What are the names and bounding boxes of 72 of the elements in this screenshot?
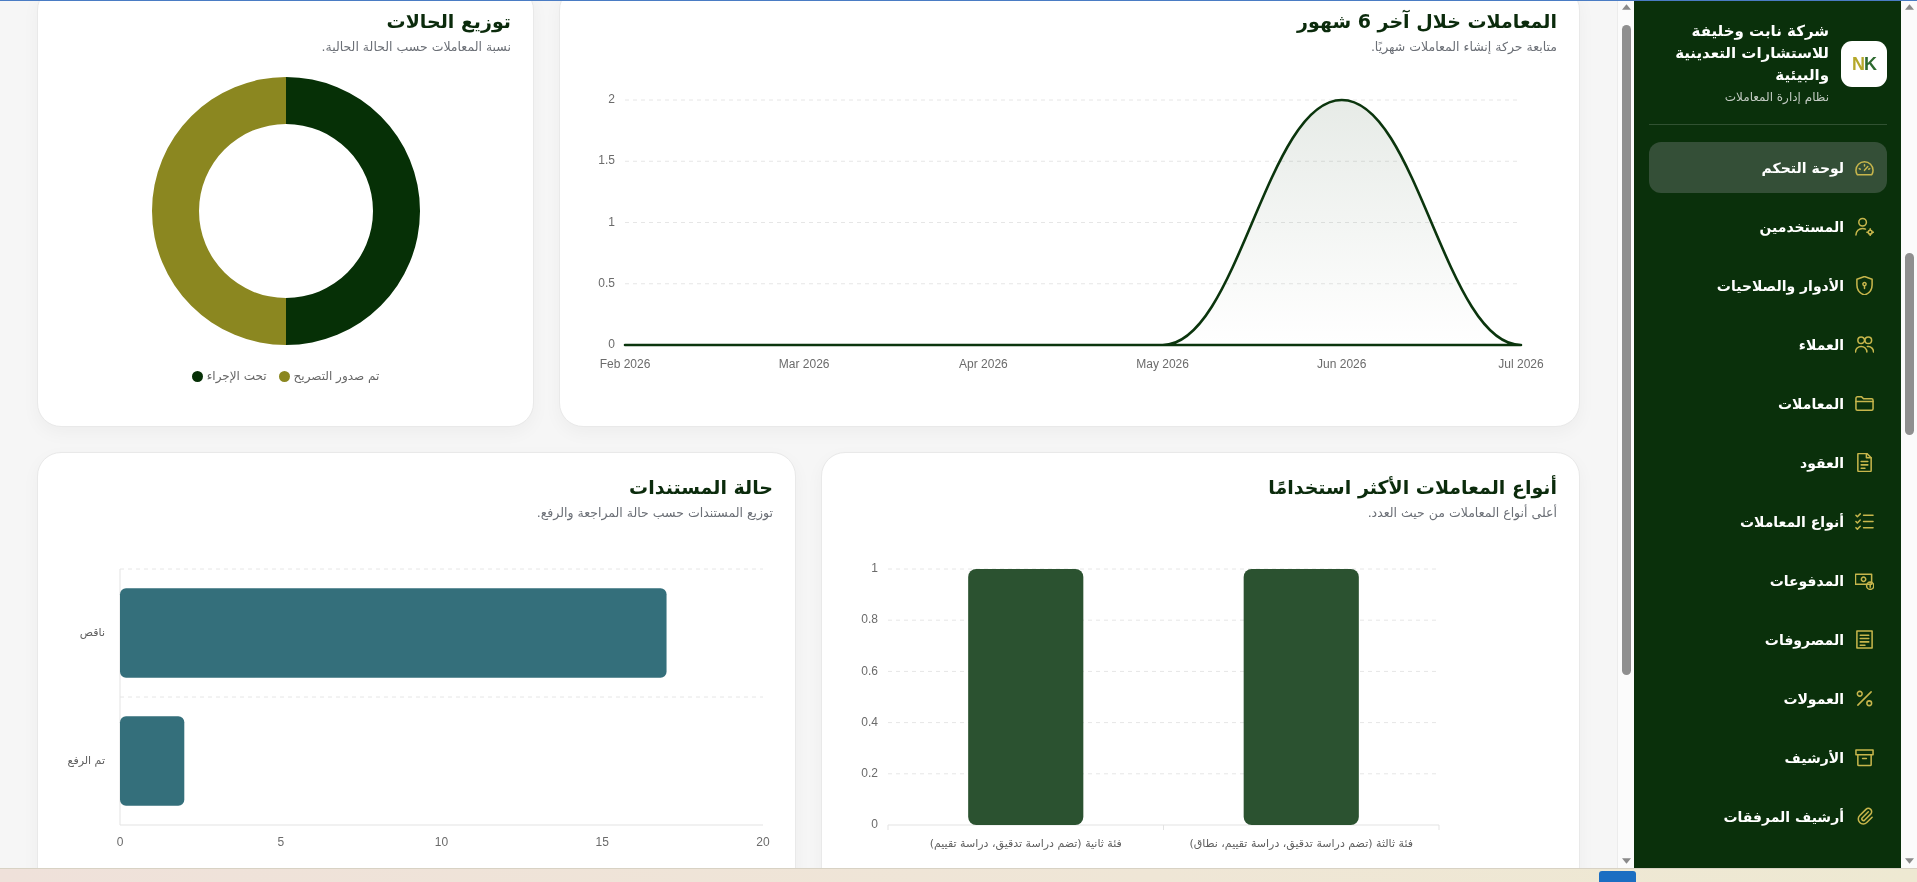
- scrollbar-thumb[interactable]: [1621, 25, 1631, 675]
- shield-icon: [1855, 276, 1874, 295]
- card-subtitle: متابعة حركة إنشاء المعاملات شهريًا.: [1369, 38, 1557, 56]
- category-label: ناقص: [79, 626, 105, 639]
- card-title: أنواع المعاملات الأكثر استخدامًا: [1267, 475, 1557, 499]
- sidebar-item[interactable]: العمولات: [1649, 673, 1887, 724]
- y-axis-label: 2: [608, 92, 615, 107]
- paperclip-icon: [1855, 807, 1874, 826]
- y-axis-label: 1.5: [598, 153, 615, 168]
- sidebar-item[interactable]: العملاء: [1649, 319, 1887, 370]
- app-subtitle: نظام إدارة المعاملات: [1723, 89, 1829, 106]
- sidebar-item[interactable]: لوحة التحكم: [1649, 142, 1887, 193]
- sidebar-item[interactable]: المستخدمين: [1649, 201, 1887, 252]
- logo: NK: [1841, 40, 1887, 87]
- banknote-icon: [1855, 571, 1874, 590]
- card-subtitle: أعلى أنواع المعاملات من حيث العدد.: [1366, 503, 1557, 523]
- card-title: المعاملات خلال آخر 6 شهور: [1295, 9, 1557, 33]
- company-name: شركة نابت وخليفة للاستشارات التعدينية والبيئية: [1674, 21, 1829, 86]
- x-axis-label: 0: [116, 835, 124, 850]
- y-axis-label: 0.8: [861, 612, 878, 627]
- y-axis-label: 0: [608, 337, 615, 352]
- sidebar-item[interactable]: المصروفات: [1649, 614, 1887, 665]
- folder-icon: [1855, 394, 1874, 413]
- legend-label: تحت الإجراء: [206, 368, 267, 385]
- legend-label: تم صدور التصريح: [293, 368, 380, 385]
- sidebar-item[interactable]: المدفوعات: [1649, 555, 1887, 606]
- scroll-down-icon[interactable]: [1904, 858, 1914, 864]
- y-axis-label: 1: [871, 561, 878, 576]
- sidebar-item[interactable]: الأدوار والصلاحيات: [1649, 260, 1887, 311]
- x-axis-label: Jul 2026: [1498, 357, 1544, 372]
- x-axis-label: Jun 2026: [1317, 357, 1367, 372]
- y-axis-label: 0.6: [861, 663, 878, 678]
- x-axis-label: فئة ثالثة (تضم دراسة تدقيق، دراسة تقييم، نطاق): [1189, 837, 1413, 850]
- x-axis-label: Mar 2026: [778, 357, 830, 372]
- y-axis-label: 0.4: [861, 714, 878, 729]
- document-icon: [1855, 453, 1874, 472]
- sidebar-item[interactable]: المعاملات: [1649, 378, 1887, 429]
- x-axis-label: 15: [595, 835, 609, 850]
- y-axis-label: 0: [871, 817, 878, 832]
- archive-box-icon: [1855, 748, 1874, 767]
- card-subtitle: توزيع المستندات حسب حالة المراجعة والرفع.: [535, 504, 773, 523]
- y-axis-label: 0.2: [861, 765, 878, 780]
- taskbar-tile-icon[interactable]: [1599, 871, 1636, 882]
- card-subtitle: نسبة المعاملات حسب الحالة الحالية.: [320, 38, 511, 56]
- card-title: حالة المستندات: [628, 475, 773, 499]
- scroll-up-icon[interactable]: [1621, 4, 1631, 10]
- checklist-icon: [1855, 512, 1874, 531]
- x-axis-label: Feb 2026: [599, 357, 651, 372]
- x-axis-label: 20: [756, 835, 770, 850]
- y-axis-label: 0.5: [598, 275, 615, 290]
- scroll-down-icon[interactable]: [1621, 858, 1631, 864]
- y-axis-label: 1: [608, 214, 615, 229]
- scrollbar-track[interactable]: [1901, 1, 1917, 868]
- scrollbar-track[interactable]: [1617, 1, 1634, 868]
- x-axis-label: May 2026: [1136, 357, 1189, 372]
- sidebar-item[interactable]: الأرشيف: [1649, 732, 1887, 783]
- user-gear-icon: [1855, 217, 1874, 236]
- sidebar-item[interactable]: العقود: [1649, 437, 1887, 488]
- scrollbar-thumb[interactable]: [1904, 253, 1914, 435]
- gauge-icon: [1855, 158, 1874, 177]
- card-title: توزيع الحالات: [385, 9, 511, 33]
- x-axis-label: Apr 2026: [959, 357, 1008, 372]
- percent-icon: [1855, 689, 1874, 708]
- category-label: تم الرفع: [67, 754, 105, 767]
- receipt-icon: [1855, 630, 1874, 649]
- x-axis-label: 10: [434, 835, 449, 850]
- x-axis-label: فئة ثانية (تضم دراسة تدقيق، دراسة تقييم): [929, 837, 1122, 850]
- x-axis-label: 5: [277, 835, 285, 850]
- scroll-up-icon[interactable]: [1904, 4, 1914, 10]
- sidebar-item[interactable]: أنواع المعاملات: [1649, 496, 1887, 547]
- sidebar-item[interactable]: أرشيف المرفقات: [1649, 791, 1887, 842]
- users-icon: [1855, 335, 1874, 354]
